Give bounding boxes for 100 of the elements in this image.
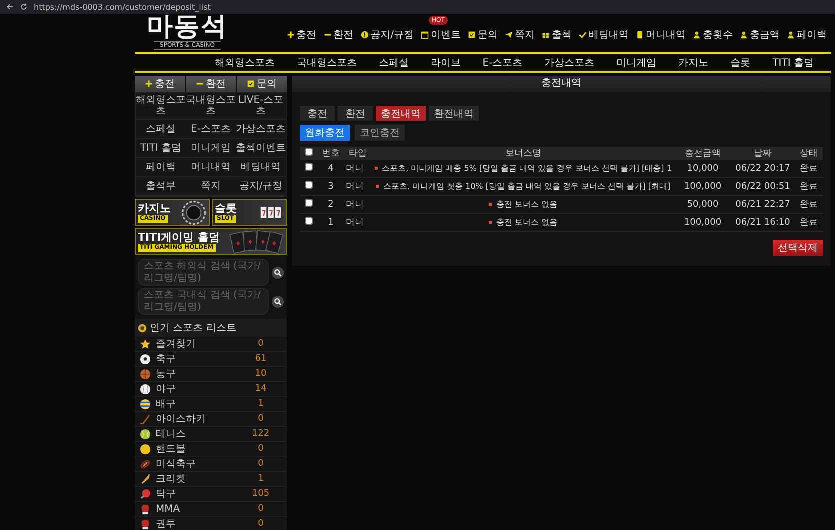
table-cell: 50,000 (675, 196, 731, 214)
tennis-ball-icon (140, 428, 151, 440)
sport-name: 테니스 (156, 428, 187, 441)
sport-count: 61 (254, 354, 268, 364)
sidebar-menu-item[interactable]: 해외형스포츠 (136, 93, 186, 120)
sidebar-menu-item[interactable]: 스페셜 (136, 120, 186, 139)
reload-icon[interactable] (20, 3, 28, 11)
table-cell: 1 (318, 214, 344, 232)
column-header: 상태 (795, 147, 823, 160)
sport-list-item[interactable]: 야구 14 (135, 382, 287, 397)
bonus-name-cell: 스포츠, 미니게임 첫충 10% [당일 출금 내역 있을 경우 보너스 선택 불가] [최대] (372, 178, 675, 196)
address-bar[interactable]: https://mds-0003.com/customer/deposit_list (34, 2, 211, 12)
nav-item[interactable]: 라이브 (420, 56, 472, 70)
sidebar-menu-item[interactable]: 페이백 (136, 158, 186, 177)
nav-item[interactable]: E-스포츠 (472, 56, 534, 70)
nav-item[interactable]: 해외형스포츠 (204, 56, 286, 70)
search-icon[interactable] (272, 296, 284, 308)
tab[interactable]: 충전내역 (376, 106, 426, 121)
sidebar-menu-item[interactable]: LIVE-스포츠 (236, 93, 286, 120)
logo-title[interactable]: 마동석 (147, 13, 228, 41)
nav-item[interactable]: 미니게임 (606, 56, 668, 70)
sport-name: 야구 (156, 383, 177, 396)
top-link[interactable]: 페이백 (797, 28, 827, 42)
top-link[interactable]: 머니내역 (646, 28, 686, 42)
sidebar-action-button[interactable]: 문의 (237, 76, 287, 92)
top-link[interactable]: 충횟수 (703, 28, 733, 42)
top-link[interactable]: 문의 (478, 28, 498, 42)
nav-item[interactable]: 스페셜 (368, 56, 420, 70)
sidebar-menu-item[interactable]: 쪽지 (186, 177, 236, 196)
sidebar-action-button[interactable]: 환전 (186, 76, 236, 92)
top-link[interactable]: 출첵 (552, 28, 572, 42)
soccer-ball-icon (140, 354, 151, 364)
calendar-icon (421, 31, 429, 39)
row-checkbox[interactable] (305, 181, 313, 189)
sidebar-action-button[interactable]: 충전 (135, 76, 185, 92)
cricket-bat-icon (140, 474, 151, 484)
sport-list-item[interactable]: 권투 0 (135, 517, 287, 530)
table-cell: 06/21 22:27 (731, 196, 795, 214)
sport-name: 축구 (156, 353, 177, 366)
sidebar-menu-item[interactable]: 미니게임 (186, 139, 236, 158)
column-header: 충전금액 (675, 147, 731, 160)
top-link[interactable]: 쪽지 (515, 28, 535, 42)
top-link[interactable]: 환전 (334, 28, 354, 42)
sidebar-menu-item[interactable]: 국내형스포츠 (186, 93, 236, 120)
person-icon (693, 31, 701, 39)
top-link[interactable]: 베팅내역 (589, 28, 629, 42)
document-icon (636, 31, 644, 39)
sport-list-item[interactable]: 배구 1 (135, 397, 287, 412)
row-checkbox[interactable] (305, 199, 313, 207)
row-checkbox[interactable] (305, 217, 313, 225)
back-icon[interactable] (6, 3, 14, 11)
table-cell: 완료 (795, 160, 823, 178)
tab[interactable]: 충전 (300, 106, 335, 121)
sport-list-item[interactable]: 미식축구 0 (135, 457, 287, 472)
row-checkbox[interactable] (305, 163, 313, 171)
nav-item[interactable]: 가상스포츠 (534, 56, 606, 70)
banner-title: TITI게이밍 홀덤 (138, 232, 220, 244)
popular-sports-title: 인기 스포츠 리스트 (150, 322, 236, 335)
tab[interactable]: 환전 (338, 106, 373, 121)
nav-item[interactable]: TITI 홀덤 (762, 56, 825, 70)
sport-list-item[interactable]: 즐겨찾기 0 (135, 337, 287, 352)
sidebar-menu-item[interactable]: 머니내역 (186, 158, 236, 177)
top-link[interactable]: 공지/규정 (370, 28, 414, 42)
top-link[interactable]: 이벤트 (431, 28, 461, 42)
tab[interactable]: 환전내역 (429, 106, 479, 121)
sidebar-menu-item[interactable]: 베팅내역 (236, 158, 286, 177)
nav-item[interactable]: 슬롯 (720, 56, 762, 70)
sport-list-item[interactable]: 탁구 105 (135, 487, 287, 502)
search-icon[interactable] (272, 266, 284, 278)
sidebar-menu-item[interactable]: 공지/규정 (236, 177, 286, 196)
sport-list-item[interactable]: MMA 0 (135, 502, 287, 517)
table-cell: 완료 (795, 178, 823, 196)
sport-list-item[interactable]: 핸드볼 0 (135, 442, 287, 457)
currency-tab[interactable]: 코인충전 (355, 125, 405, 141)
sidebar-menu-item[interactable]: 가상스포츠 (236, 120, 286, 139)
sidebar-menu-item[interactable]: TITI 홀덤 (136, 139, 186, 158)
select-all-checkbox[interactable] (305, 148, 313, 156)
sport-list-item[interactable]: 테니스 122 (135, 427, 287, 442)
banner-title: 카지노 (138, 202, 171, 214)
sidebar-menu-item[interactable]: 출석부 (136, 177, 186, 196)
sport-name: 권투 (156, 518, 177, 530)
nav-item[interactable]: 국내형스포츠 (286, 56, 368, 70)
sport-list-item[interactable]: 축구 61 (135, 352, 287, 367)
bullet-icon (489, 203, 492, 206)
sidebar-menu-item[interactable]: E-스포츠 (186, 120, 236, 139)
currency-tab[interactable]: 원화충전 (300, 125, 350, 141)
top-link[interactable]: 충금액 (750, 28, 780, 42)
delete-selected-button[interactable]: 선택삭제 (773, 240, 823, 256)
search-field[interactable]: 스포츠 해외식 검색 (국가/리그명/팀명) (138, 259, 269, 286)
search-field[interactable]: 스포츠 국내식 검색 (국가/리그명/팀명) (138, 288, 269, 315)
minus-icon (196, 80, 204, 88)
table-cell: 2 (318, 196, 344, 214)
table-cell: 머니 (344, 196, 372, 214)
nav-item[interactable]: 카지노 (668, 56, 720, 70)
sport-list-item[interactable]: 농구 10 (135, 367, 287, 382)
sidebar-menu-item[interactable]: 출첵이벤트 (236, 139, 286, 158)
sport-count: 105 (251, 489, 271, 499)
sport-list-item[interactable]: 아이스하키 0 (135, 412, 287, 427)
sport-list-item[interactable]: 크리켓 1 (135, 472, 287, 487)
top-link[interactable]: 충전 (296, 28, 317, 42)
